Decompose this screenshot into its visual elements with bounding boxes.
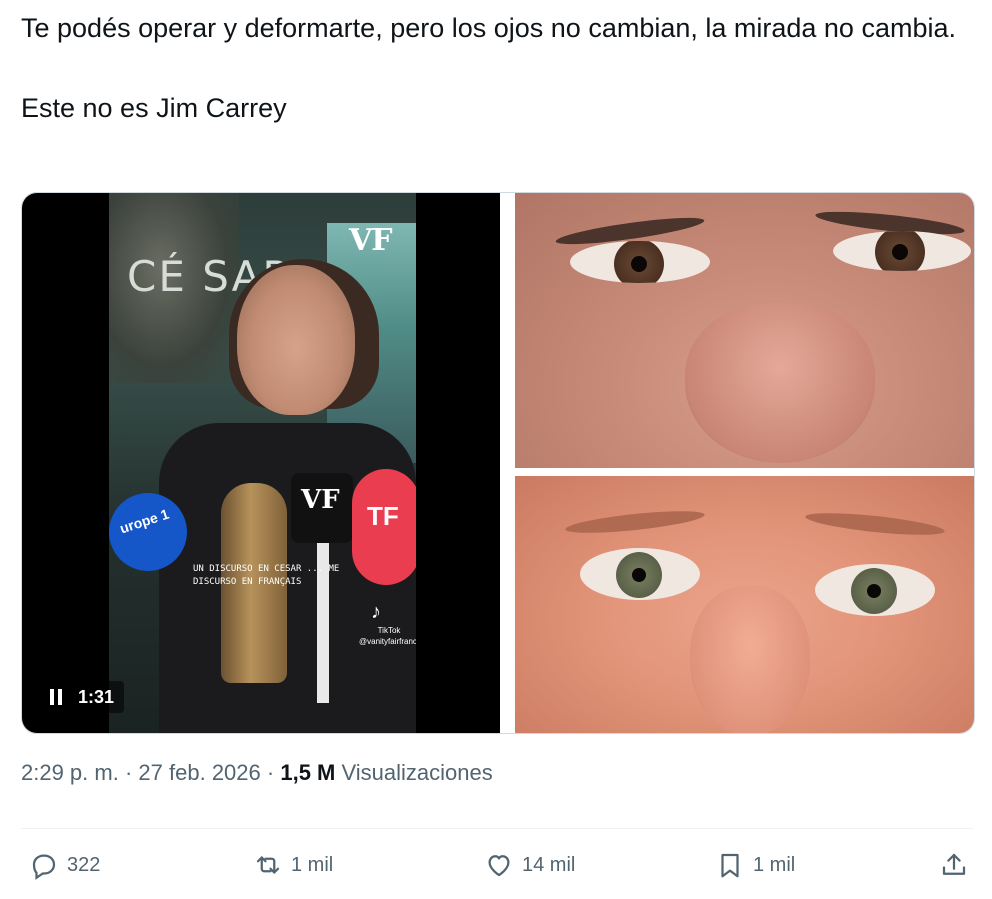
photo-bottom-left-brow xyxy=(564,506,706,538)
divider xyxy=(21,828,973,829)
media-grid: VF CÉ SAR urope 1 VF TF UN DISCURSO EN C… xyxy=(21,192,975,734)
video-vf-logo: VF xyxy=(349,223,393,258)
tweet-time[interactable]: 2:29 p. m. xyxy=(21,760,119,785)
pause-icon[interactable] xyxy=(50,689,64,705)
tweet-text-paragraph-1: Te podés operar y deformarte, pero los o… xyxy=(21,13,956,43)
tweet-text-paragraph-2: Este no es Jim Carrey xyxy=(21,93,287,123)
bookmark-icon xyxy=(721,853,739,878)
meta-separator: · xyxy=(266,760,275,785)
photo-top-nose xyxy=(685,303,875,463)
share-icon xyxy=(942,853,966,875)
reply-count: 322 xyxy=(67,853,101,876)
views-label: Visualizaciones xyxy=(341,760,493,785)
photo-bottom-right-brow xyxy=(804,508,946,540)
tweet-date[interactable]: 27 feb. 2026 xyxy=(138,760,260,785)
views-count: 1,5 M xyxy=(280,760,336,785)
video-caption-overlay: UN DISCURSO EN CESAR ... ME DISCURSO EN … xyxy=(193,564,340,587)
photo-top-right-eye xyxy=(833,231,971,271)
tweet-metadata: 2:29 p. m. · 27 feb. 2026 · 1,5 M Visual… xyxy=(21,760,493,786)
like-count: 14 mil xyxy=(522,853,576,876)
reply-button[interactable]: 322 xyxy=(29,845,100,885)
bookmark-button[interactable]: 1 mil xyxy=(715,845,795,885)
photo-bottom[interactable] xyxy=(515,476,974,733)
video-microphone-right-label: TF xyxy=(367,501,399,531)
meta-separator: · xyxy=(124,760,133,785)
like-button[interactable]: 14 mil xyxy=(484,845,575,885)
tweet-text: Te podés operar y deformarte, pero los o… xyxy=(21,8,971,128)
photo-bottom-left-eye xyxy=(580,548,700,600)
photo-bottom-right-eye xyxy=(815,564,935,616)
tweet-actions: 322 1 mil 14 mil 1 mil xyxy=(21,845,973,885)
tiktok-watermark-handle: @vanityfairfrance xyxy=(359,637,416,646)
tiktok-icon: ♪ xyxy=(371,601,381,623)
video-frame[interactable]: VF CÉ SAR urope 1 VF TF UN DISCURSO EN C… xyxy=(109,193,416,733)
video-microphone-center-label: VF xyxy=(301,485,340,515)
tiktok-watermark: TikTok @vanityfairfrance xyxy=(359,625,416,647)
photo-top[interactable] xyxy=(515,193,974,468)
tiktok-watermark-name: TikTok xyxy=(377,626,401,635)
bookmark-count: 1 mil xyxy=(753,853,796,876)
retweet-button[interactable]: 1 mil xyxy=(253,845,333,885)
reply-icon xyxy=(32,854,56,880)
photo-bottom-nose xyxy=(690,586,810,733)
video-duration-pill[interactable]: 1:31 xyxy=(42,681,125,713)
video-duration: 1:31 xyxy=(78,686,115,707)
retweet-count: 1 mil xyxy=(291,853,334,876)
video-player[interactable]: VF CÉ SAR urope 1 VF TF UN DISCURSO EN C… xyxy=(22,193,500,733)
tweet: Te podés operar y deformarte, pero los o… xyxy=(0,0,992,899)
share-button[interactable] xyxy=(939,845,969,885)
video-person-face xyxy=(237,265,355,415)
heart-icon xyxy=(488,855,510,877)
photo-top-left-eye xyxy=(570,241,710,283)
retweet-icon xyxy=(256,856,280,874)
